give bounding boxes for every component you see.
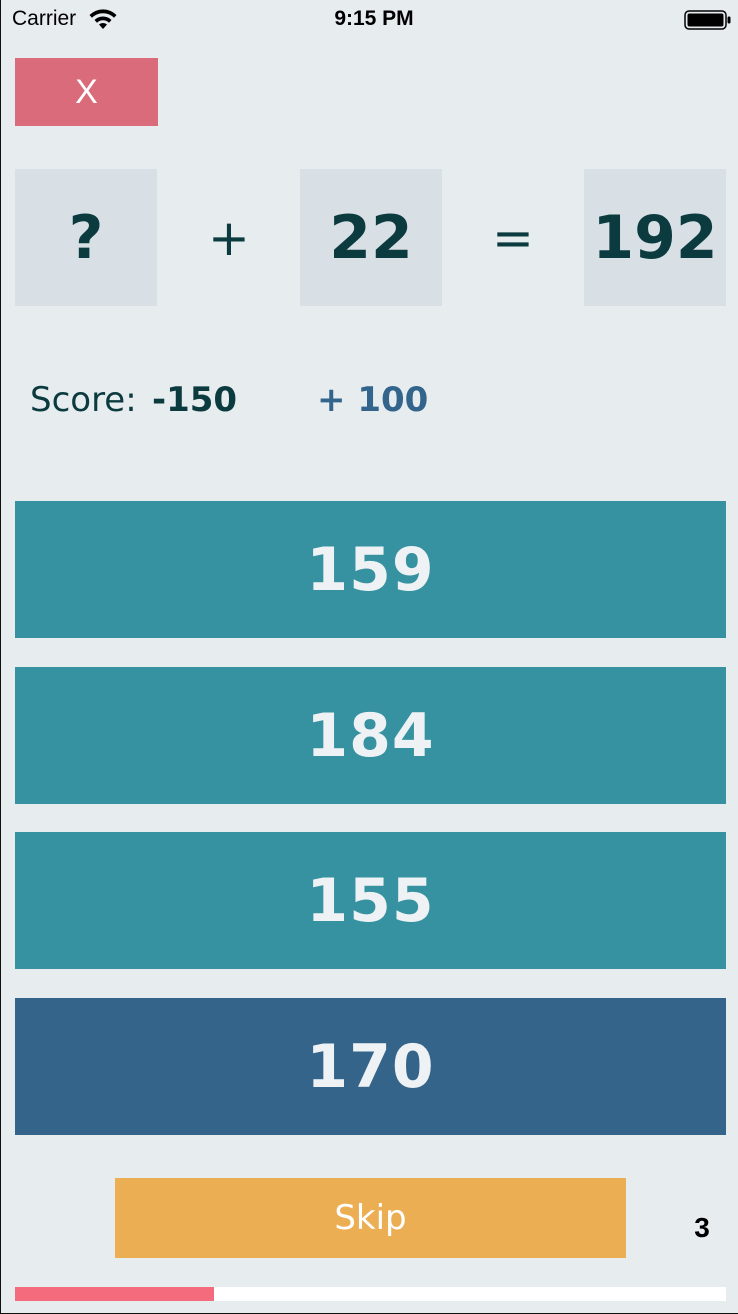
status-bar: Carrier 9:15 PM: [0, 0, 738, 40]
progress-fill: [15, 1287, 215, 1301]
frame-border: [0, 0, 1, 1314]
answer-button-2[interactable]: 184: [15, 667, 726, 804]
answer-button-4[interactable]: 170: [15, 998, 726, 1135]
progress-bar: [15, 1287, 726, 1301]
battery-icon: [684, 10, 731, 30]
close-button[interactable]: X: [15, 58, 158, 126]
equation-equals: =: [492, 208, 534, 267]
equation-operand: 22: [300, 169, 442, 306]
score-delta: + 100: [317, 380, 429, 420]
skip-counter: 3: [694, 1212, 710, 1243]
score-value: -150: [152, 380, 238, 420]
status-time: 9:15 PM: [334, 7, 414, 30]
equation-result: 192: [584, 169, 726, 306]
score-label: Score:: [30, 380, 137, 420]
answer-button-3[interactable]: 155: [15, 832, 726, 969]
equation-unknown: ?: [15, 169, 157, 306]
equation-operator: +: [208, 208, 250, 267]
answer-button-1[interactable]: 159: [15, 501, 726, 638]
skip-button[interactable]: Skip: [115, 1178, 626, 1258]
